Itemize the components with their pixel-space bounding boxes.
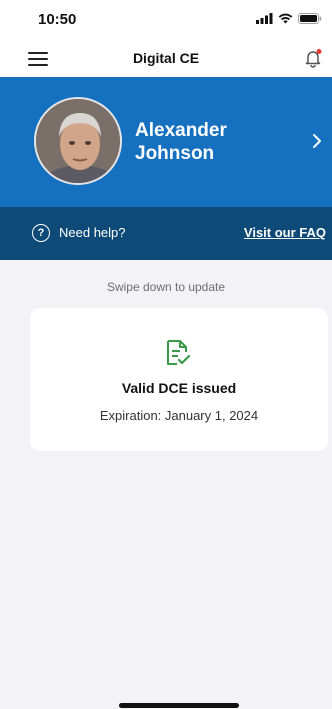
signal-icon (256, 13, 273, 24)
refresh-hint: Swipe down to update (106, 280, 226, 294)
question-circle-icon: ? (32, 224, 50, 242)
profile-card[interactable]: Alexander Johnson (0, 77, 332, 207)
dce-status: Valid DCE issued (121, 380, 237, 396)
help-label: Need help? (59, 225, 126, 240)
nav-bar: Digital CE (0, 40, 332, 77)
wifi-icon (278, 13, 293, 24)
page-title: Digital CE (132, 50, 200, 66)
faq-link[interactable]: Visit our FAQ (244, 225, 326, 240)
chevron-right-icon (313, 134, 321, 148)
battery-icon (298, 13, 322, 24)
status-icons (256, 13, 322, 24)
profile-name: Alexander Johnson (135, 120, 227, 164)
bell-icon (305, 49, 322, 68)
avatar (34, 97, 122, 185)
dce-expiration: Expiration: January 1, 2024 (99, 408, 259, 423)
avatar-photo (36, 99, 120, 183)
home-indicator (119, 703, 239, 708)
notifications-button[interactable] (302, 47, 324, 69)
status-time: 10:50 (38, 11, 77, 28)
dce-status-card: Valid DCE issued Expiration: January 1, … (30, 308, 328, 451)
help-bar: ? Need help? Visit our FAQ (0, 207, 332, 260)
notification-dot (316, 49, 322, 54)
document-check-icon (167, 340, 191, 365)
status-bar: 10:50 (0, 0, 332, 40)
